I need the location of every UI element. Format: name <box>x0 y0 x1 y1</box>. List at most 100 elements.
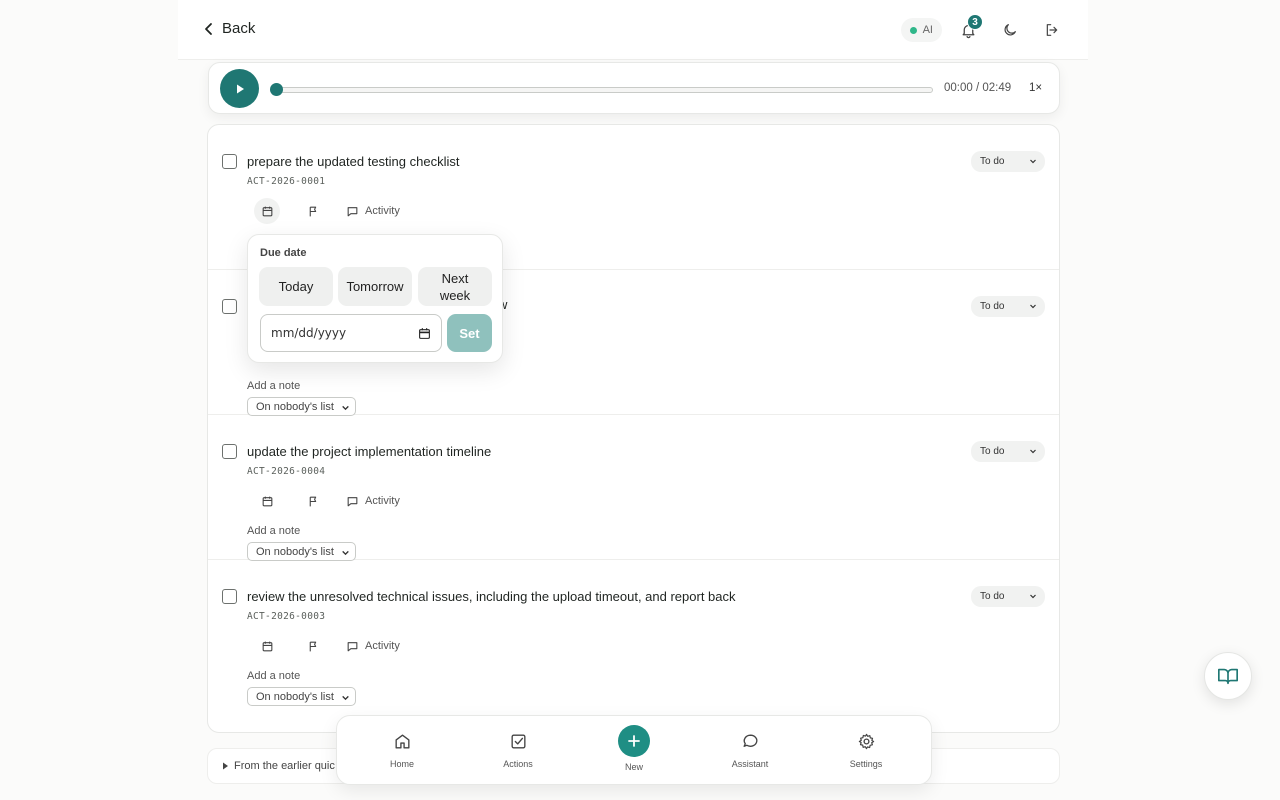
assignee-select[interactable]: On nobody's list <box>247 397 356 416</box>
actions-list-card: prepare the updated testing checklist AC… <box>207 124 1060 733</box>
home-icon <box>394 734 410 749</box>
chevron-down-icon <box>342 550 349 556</box>
assignee-label: On nobody's list <box>256 690 334 703</box>
assignee-select[interactable]: On nobody's list <box>247 542 356 561</box>
action-code: ACT-2026-0001 <box>247 176 326 187</box>
nav-assistant-label: Assistant <box>731 759 769 769</box>
activity-label: Activity <box>365 495 400 507</box>
chevron-down-icon <box>1030 159 1036 164</box>
status-select[interactable]: To do <box>971 586 1045 607</box>
activity-label: Activity <box>365 205 400 217</box>
date-placeholder: mm/dd/yyyy <box>271 326 347 340</box>
calendar-icon[interactable] <box>418 327 431 340</box>
earlier-section-label: From the earlier quic <box>234 760 335 772</box>
status-select[interactable]: To do <box>971 296 1045 317</box>
due-date-popover: Due date Today Tomorrow Next week mm/dd/… <box>247 234 503 363</box>
audio-progress-thumb[interactable] <box>270 83 283 96</box>
add-note-link[interactable]: Add a note <box>247 380 300 392</box>
status-select[interactable]: To do <box>971 441 1045 462</box>
chevron-down-icon <box>1030 449 1036 454</box>
action-checkbox[interactable] <box>222 154 237 169</box>
gear-icon <box>858 733 874 750</box>
due-date-button[interactable] <box>254 198 280 224</box>
nav-actions[interactable]: Actions <box>478 732 558 769</box>
nav-settings[interactable]: Settings <box>826 732 906 769</box>
nav-actions-label: Actions <box>503 759 533 769</box>
ai-status-dot <box>909 26 917 34</box>
action-checkbox[interactable] <box>222 589 237 604</box>
playback-speed-button[interactable]: 1× <box>1029 82 1042 94</box>
action-checkbox[interactable] <box>222 299 237 314</box>
back-button[interactable]: Back <box>202 20 255 37</box>
due-next-week-button[interactable]: Next week <box>418 267 492 306</box>
action-checkbox[interactable] <box>222 444 237 459</box>
ai-label: AI <box>922 24 933 36</box>
due-date-button[interactable] <box>254 488 280 514</box>
play-icon <box>236 84 244 93</box>
due-tomorrow-button[interactable]: Tomorrow <box>338 267 412 306</box>
guide-button[interactable] <box>1204 652 1252 700</box>
chevron-left-icon <box>205 22 212 35</box>
notifications-button[interactable]: 3 <box>952 14 984 46</box>
activity-label: Activity <box>365 640 400 652</box>
flag-icon <box>309 641 316 651</box>
comment-icon <box>347 206 358 216</box>
activity-button[interactable]: Activity <box>346 495 400 508</box>
status-label: To do <box>980 301 1005 312</box>
audio-progress-track[interactable] <box>275 87 933 93</box>
nav-assistant[interactable]: Assistant <box>710 732 790 769</box>
set-due-date-button[interactable]: Set <box>447 314 492 352</box>
ai-status-pill[interactable]: AI <box>900 18 942 42</box>
new-button[interactable] <box>618 725 650 757</box>
logout-icon <box>1046 24 1058 36</box>
plus-icon <box>628 735 640 747</box>
due-date-button[interactable] <box>254 633 280 659</box>
action-title[interactable]: update the project implementation timeli… <box>247 444 491 459</box>
comment-icon <box>347 641 358 651</box>
assignee-select[interactable]: On nobody's list <box>247 687 356 706</box>
status-label: To do <box>980 591 1005 602</box>
checkbox-icon <box>510 734 526 749</box>
popover-title: Due date <box>260 247 307 259</box>
due-today-button[interactable]: Today <box>259 267 333 306</box>
activity-button[interactable]: Activity <box>346 640 400 653</box>
action-code: ACT-2026-0003 <box>247 611 326 622</box>
chevron-down-icon <box>1030 594 1036 599</box>
priority-flag-button[interactable] <box>300 488 326 514</box>
calendar-icon <box>262 641 272 651</box>
calendar-icon <box>262 496 272 506</box>
action-code: ACT-2026-0004 <box>247 466 326 477</box>
bottom-nav: Home Actions New Assistant Settings <box>336 715 932 785</box>
assignee-label: On nobody's list <box>256 400 334 413</box>
status-select[interactable]: To do <box>971 151 1045 172</box>
due-date-input[interactable]: mm/dd/yyyy <box>260 314 442 352</box>
next-week-line-2: week <box>439 287 471 303</box>
comment-icon <box>347 496 358 506</box>
action-item: review the unresolved technical issues, … <box>208 560 1059 706</box>
theme-toggle-button[interactable] <box>994 14 1026 46</box>
flag-icon <box>309 496 316 506</box>
action-title[interactable]: prepare the updated testing checklist <box>247 154 459 169</box>
play-button[interactable] <box>220 69 259 108</box>
top-header: Back AI 3 <box>178 0 1088 60</box>
priority-flag-button[interactable] <box>300 633 326 659</box>
calendar-icon <box>262 206 272 216</box>
chevron-down-icon <box>342 695 349 701</box>
nav-home-label: Home <box>389 759 414 769</box>
audio-player: 00:00 / 02:49 1× <box>208 62 1060 114</box>
caret-right-icon <box>223 762 228 770</box>
nav-new[interactable]: New <box>594 725 674 772</box>
logout-button[interactable] <box>1036 14 1068 46</box>
nav-home[interactable]: Home <box>362 732 442 769</box>
next-week-line-1: Next <box>441 270 469 286</box>
nav-new-label: New <box>624 762 643 772</box>
priority-flag-button[interactable] <box>300 198 326 224</box>
audio-time: 00:00 / 02:49 <box>944 82 1012 94</box>
activity-button[interactable]: Activity <box>346 205 400 218</box>
action-title[interactable]: review the unresolved technical issues, … <box>247 589 736 604</box>
action-item: update the project implementation timeli… <box>208 415 1059 561</box>
add-note-link[interactable]: Add a note <box>247 670 300 682</box>
status-label: To do <box>980 156 1005 167</box>
nav-settings-label: Settings <box>849 759 883 769</box>
add-note-link[interactable]: Add a note <box>247 525 300 537</box>
